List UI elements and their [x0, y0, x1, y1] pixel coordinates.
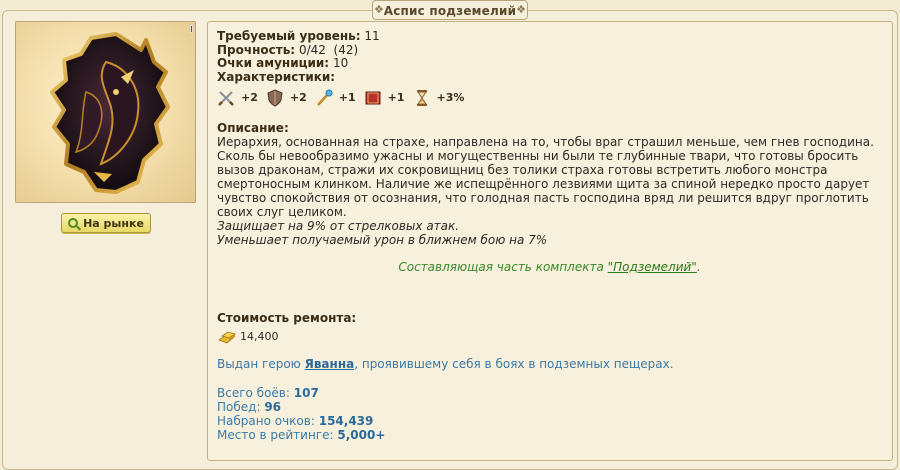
repair-section: Стоимость ремонта: 14,400: [217, 310, 887, 347]
battles-row: Всего боёв: 107: [217, 386, 887, 400]
market-button-label: На рынке: [83, 216, 144, 230]
owner-prefix: Выдан герою: [217, 357, 305, 371]
hourglass-icon: [416, 90, 427, 106]
set-suffix: .: [696, 260, 701, 274]
required-level-row: Требуемый уровень: 11: [217, 29, 887, 44]
repair-cost-row: 14,400: [217, 328, 887, 346]
stat-knowledge: +1: [364, 89, 405, 107]
durability-row: Прочность: 0/42 (42): [217, 42, 887, 58]
battles-value: 107: [293, 385, 319, 400]
points-value: 154,439: [318, 413, 374, 428]
pin-icon: [190, 25, 193, 33]
durability-value: 0/42 (42): [298, 42, 359, 57]
repair-label: Стоимость ремонта:: [217, 310, 357, 325]
item-image: [15, 21, 196, 203]
required-level-value: 11: [364, 29, 380, 43]
stats-row: +2 +2 +1 +1 +3%: [217, 88, 887, 108]
item-details: Требуемый уровень: 11 Прочность: 0/42 (4…: [217, 29, 887, 442]
crossed-swords-icon: [218, 91, 234, 106]
item-window: ❖ Аспис подземелий ❖ На рынке Требуемый …: [0, 0, 900, 470]
battles-label: Всего боёв:: [217, 385, 290, 400]
description-text: Иерархия, основанная на страхе, направле…: [217, 135, 874, 219]
characteristics-label: Характеристики:: [217, 69, 336, 84]
points-row: Набрано очков: 154,439: [217, 414, 887, 428]
stat-attack-value: +2: [241, 91, 258, 105]
effect-ranged: Защищает на 9% от стрелковых атак.: [217, 219, 460, 233]
rank-value: 5,000+: [337, 427, 386, 442]
stat-magic-value: +1: [338, 91, 356, 105]
ammo-value: 10: [332, 56, 349, 70]
owner-info: Выдан герою Яванна, проявившему себя в б…: [217, 357, 887, 372]
shield-icon: [267, 89, 283, 107]
hero-link[interactable]: Яванна: [305, 357, 355, 371]
magic-wand-icon: [316, 89, 333, 106]
spellbook-icon: [365, 91, 381, 105]
hero-stats: Всего боёв: 107 Побед: 96 Набрано очков:…: [217, 386, 887, 442]
wins-value: 96: [264, 399, 282, 414]
title-bar: ❖ Аспис подземелий ❖: [370, 0, 530, 21]
ammo-label: Очки амуниции:: [217, 56, 330, 70]
durability-label: Прочность:: [217, 42, 296, 57]
wins-label: Побед:: [217, 399, 261, 414]
ammo-row: Очки амуниции: 10: [217, 56, 887, 71]
set-info: Составляющая часть комплекта "Подземелий…: [217, 260, 882, 275]
stat-defense: +2: [266, 89, 307, 107]
stat-knowledge-value: +1: [387, 91, 405, 105]
stat-attack: +2: [217, 89, 258, 107]
repair-cost-value: 14,400: [240, 330, 279, 344]
rank-label: Место в рейтинге:: [217, 427, 334, 442]
magnifier-icon: [68, 218, 79, 228]
ornament-left-icon: ❖: [374, 3, 384, 16]
points-label: Набрано очков:: [217, 413, 315, 428]
dragon-shield-icon: [50, 32, 170, 194]
required-level-label: Требуемый уровень:: [217, 29, 361, 43]
stat-initiative: +3%: [413, 89, 465, 107]
effect-melee: Уменьшает получаемый урон в ближнем бою …: [217, 233, 548, 247]
gold-icon: [218, 331, 236, 344]
stat-magic: +1: [315, 89, 356, 107]
owner-suffix: , проявившему себя в боях в подземных пе…: [354, 357, 674, 371]
window-title: Аспис подземелий: [383, 3, 517, 18]
description-section: Описание: Иерархия, основанная на страхе…: [217, 121, 887, 247]
description-label: Описание:: [217, 121, 289, 135]
set-link[interactable]: "Подземелий": [608, 260, 697, 274]
set-prefix: Составляющая часть комплекта: [398, 260, 608, 274]
rank-row: Место в рейтинге: 5,000+: [217, 428, 887, 442]
stat-defense-value: +2: [289, 91, 307, 105]
stat-initiative-value: +3%: [436, 91, 465, 105]
wins-row: Побед: 96: [217, 400, 887, 414]
market-button[interactable]: На рынке: [61, 213, 151, 233]
ornament-right-icon: ❖: [516, 3, 526, 16]
